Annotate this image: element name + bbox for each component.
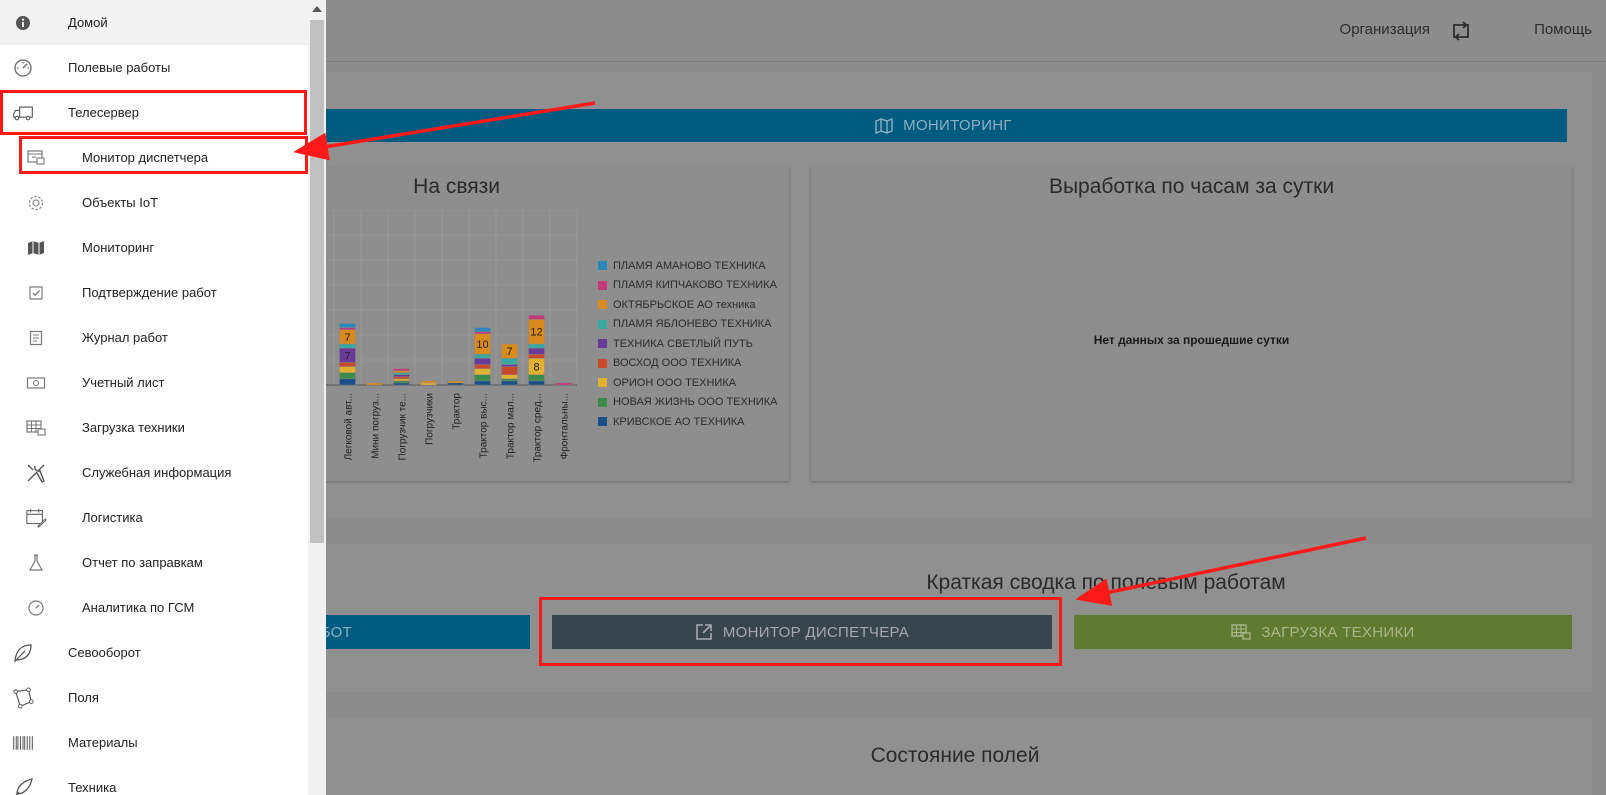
arrow-to-dispatcher-button: [1075, 536, 1367, 606]
arrow-to-sidebar: [293, 101, 596, 161]
annotation-arrows: [293, 101, 1367, 606]
